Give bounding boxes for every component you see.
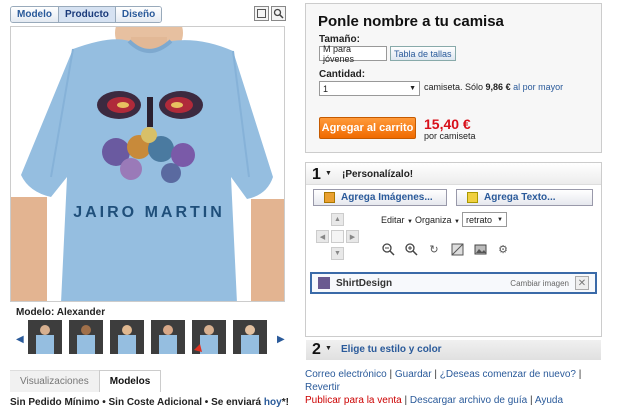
view-icons [254, 6, 286, 21]
bottom-tabs: Visualizaciones Modelos [10, 370, 162, 392]
design-row[interactable]: ShirtDesign Cambiar imagen ✕ [310, 272, 597, 294]
model-thumb[interactable] [69, 320, 103, 354]
tab-diseno[interactable]: Diseño [115, 7, 162, 22]
quantity-label: Cantidad: [319, 69, 366, 80]
square-view-icon[interactable] [254, 6, 269, 21]
price-unit: por camiseta [424, 131, 476, 141]
footer-links: Correo electrónico | Guardar | ¿Deseas c… [305, 369, 582, 406]
revert-link[interactable]: Revertir [305, 382, 340, 393]
image-icon [324, 192, 335, 203]
shirt-print-text: JAIRO MARTIN [73, 204, 225, 221]
tool-row: ↻ ⚙ [381, 242, 510, 256]
move-center-icon[interactable] [331, 230, 344, 243]
tab-modelo[interactable]: Modelo [11, 7, 59, 22]
edit-label: Editar [381, 215, 405, 225]
shipping-text: Sin Pedido Mínimo • Sin Coste Adicional … [10, 397, 264, 408]
add-text-label: Agrega Texto... [484, 192, 556, 203]
add-images-button[interactable]: Agrega Imágenes... [313, 189, 447, 206]
product-image: JAIRO MARTIN [10, 26, 285, 302]
bulk-link[interactable]: al por mayor [513, 82, 563, 92]
zoom-in-icon[interactable] [404, 242, 418, 256]
zoom-out-icon[interactable] [381, 242, 395, 256]
model-thumb-selected[interactable] [192, 320, 226, 354]
model-thumbnails [28, 320, 267, 354]
model-thumb[interactable] [28, 320, 62, 354]
shipping-tail: *! [281, 397, 289, 408]
move-right-icon[interactable]: ▶ [346, 230, 359, 243]
model-thumb[interactable] [233, 320, 267, 354]
fit-select[interactable]: retrato ▼ [462, 212, 507, 227]
size-chart-button[interactable]: Tabla de tallas [390, 46, 456, 61]
save-link[interactable]: Guardar [395, 369, 432, 380]
publish-link[interactable]: Publicar para la venta [305, 395, 402, 406]
close-icon[interactable]: ✕ [575, 276, 589, 290]
unit-price-line: camiseta. Sólo 9,86 € al por mayor [424, 82, 563, 92]
tab-producto[interactable]: Producto [59, 7, 116, 22]
start-over-link[interactable]: ¿Deseas comenzar de nuevo? [440, 369, 576, 380]
photo-icon[interactable] [473, 242, 487, 256]
add-images-label: Agrega Imágenes... [341, 192, 433, 203]
chevron-down-icon: ▼ [325, 345, 332, 352]
unit-text: camiseta. Sólo [424, 82, 484, 92]
shipping-info: Sin Pedido Mínimo • Sin Coste Adicional … [10, 397, 289, 408]
settings-icon[interactable]: ⚙ [496, 242, 510, 256]
chevron-down-icon: ▼ [409, 85, 416, 92]
email-link[interactable]: Correo electrónico [305, 369, 387, 380]
view-tabs: Modelo Producto Diseño [10, 6, 163, 23]
model-thumb[interactable] [110, 320, 144, 354]
model-thumb[interactable] [151, 320, 185, 354]
fit-value: retrato [466, 214, 493, 225]
style-step-number: 2 [312, 341, 321, 358]
quantity-value: 1 [323, 83, 329, 94]
thumbs-prev-icon[interactable]: ◀ [16, 334, 24, 345]
flip-icon[interactable] [450, 242, 464, 256]
download-guide-link[interactable]: Descargar archivo de guía [410, 395, 527, 406]
product-title: Ponle nombre a tu camisa [318, 13, 504, 30]
customize-title: ¡Personalízalo! [342, 169, 414, 180]
edit-menu[interactable]: Editar ▼ [381, 215, 413, 225]
chevron-down-icon: ▼ [497, 216, 503, 223]
tab-modelos[interactable]: Modelos [98, 370, 162, 392]
style-title: Elige tu estilo y color [341, 344, 442, 355]
quantity-select[interactable]: 1 ▼ [319, 81, 420, 96]
add-text-button[interactable]: Agrega Texto... [456, 189, 593, 206]
step-number: 1 [312, 166, 321, 183]
move-up-icon[interactable]: ▲ [331, 213, 344, 226]
chevron-down-icon: ▼ [325, 170, 332, 177]
add-to-cart-button[interactable]: Agregar al carrito [319, 117, 416, 139]
move-left-icon[interactable]: ◀ [316, 230, 329, 243]
price: 15,40 € [424, 116, 471, 132]
thumbs-next-icon[interactable]: ▶ [277, 334, 285, 345]
size-value: M para jóvenes [323, 43, 355, 64]
design-name: ShirtDesign [336, 277, 393, 289]
rotate-icon[interactable]: ↻ [427, 242, 441, 256]
bulk-price: 9,86 € [485, 82, 511, 92]
organize-label: Organiza [415, 215, 452, 225]
help-link[interactable]: Ayuda [535, 395, 563, 406]
move-down-icon[interactable]: ▼ [331, 247, 344, 260]
text-icon [467, 192, 478, 203]
design-icon [318, 277, 330, 289]
tab-visualizaciones[interactable]: Visualizaciones [10, 370, 99, 392]
change-image-link[interactable]: Cambiar imagen [510, 279, 569, 288]
shipping-today-link[interactable]: hoy [264, 397, 282, 408]
size-select[interactable]: M para jóvenes [319, 43, 387, 64]
zoom-icon[interactable] [271, 6, 286, 21]
model-label: Modelo: Alexander [16, 307, 106, 318]
organize-menu[interactable]: Organiza ▼ [415, 215, 460, 225]
move-pad: ▲ ◀ ▶ ▼ [316, 213, 360, 269]
